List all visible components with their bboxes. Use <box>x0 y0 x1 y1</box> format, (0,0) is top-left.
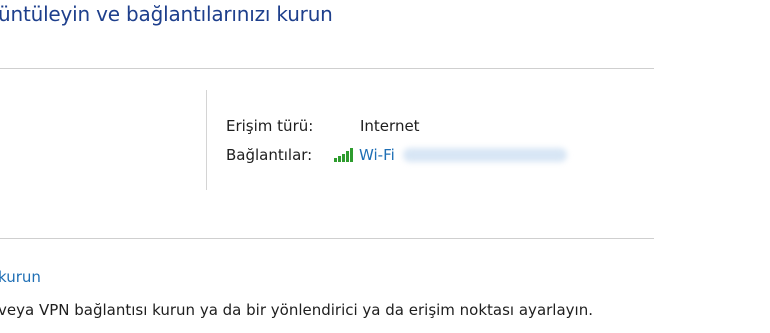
access-type-value: Internet <box>360 117 420 135</box>
wifi-connection-link[interactable]: Wi-Fi <box>334 146 567 164</box>
wifi-connection-name[interactable]: Wi-Fi <box>359 146 395 164</box>
ssid-redacted <box>402 148 567 162</box>
vertical-separator <box>206 90 207 190</box>
setup-connection-link[interactable]: kurun <box>0 268 41 286</box>
top-divider <box>0 68 654 69</box>
page-title: üntüleyin ve bağlantılarınızı kurun <box>0 2 333 26</box>
setup-connection-description: veya VPN bağlantısı kurun ya da bir yönl… <box>0 301 593 319</box>
connections-label: Bağlantılar: <box>226 146 313 164</box>
access-type-label: Erişim türü: <box>226 117 314 135</box>
wifi-signal-icon <box>334 148 353 162</box>
bottom-divider <box>0 238 654 239</box>
